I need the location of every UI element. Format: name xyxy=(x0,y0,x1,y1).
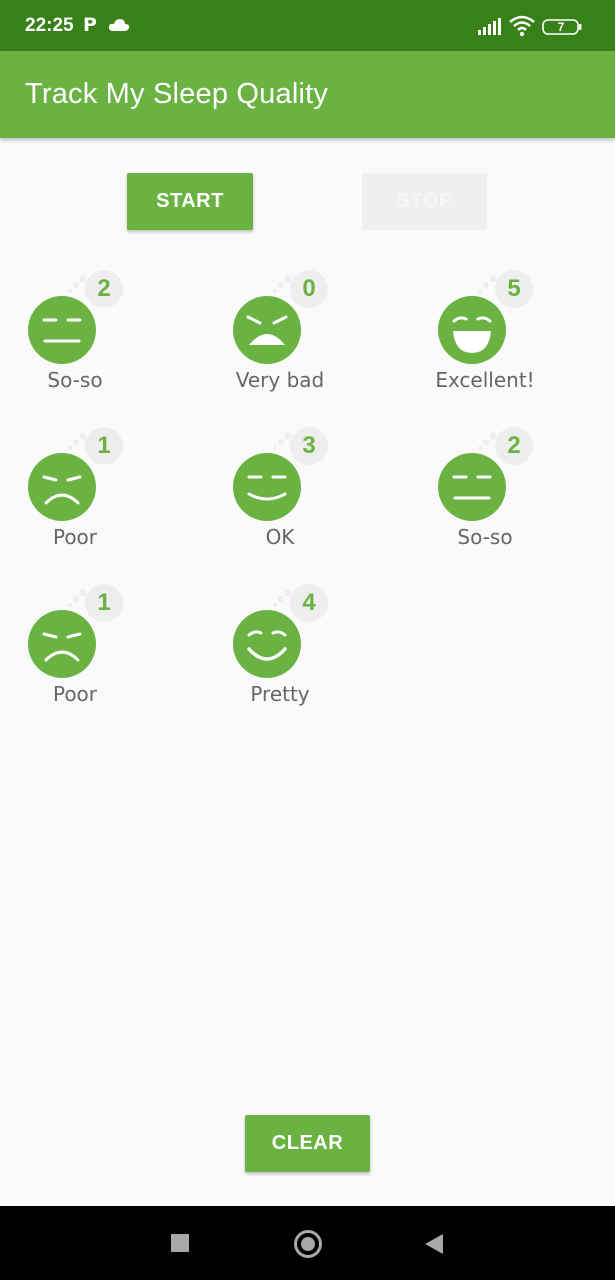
wifi-icon xyxy=(509,15,535,37)
night-item[interactable]: 3 OK xyxy=(205,427,410,577)
night-item[interactable]: 2 So-so xyxy=(0,270,205,420)
stop-button[interactable]: STOP xyxy=(362,173,487,230)
back-icon[interactable] xyxy=(424,1233,444,1255)
night-item[interactable]: 4 Pretty xyxy=(205,584,410,734)
status-time: 22:25 xyxy=(25,15,74,36)
cloud-icon xyxy=(108,19,130,31)
system-nav-bar xyxy=(0,1206,615,1280)
night-item[interactable]: 2 So-so xyxy=(410,427,615,577)
app-bar: Track My Sleep Quality xyxy=(0,51,615,138)
quality-label: Very bad xyxy=(235,368,325,392)
quality-label: So-so xyxy=(457,525,513,549)
screen: 22:25 P 7 Track My Sleep Quality START S… xyxy=(0,0,615,1280)
excellent-face-icon xyxy=(437,295,507,365)
battery-level: 7 xyxy=(557,20,565,34)
quality-label: Poor xyxy=(52,682,98,706)
recents-icon[interactable] xyxy=(171,1234,189,1252)
clear-button[interactable]: CLEAR xyxy=(245,1115,370,1172)
pretty-good-face-icon xyxy=(232,609,302,679)
very-bad-face-icon xyxy=(232,295,302,365)
battery-icon: 7 xyxy=(542,19,582,35)
so-so-face-icon xyxy=(27,295,97,365)
night-item[interactable]: 1 Poor xyxy=(0,427,205,577)
poor-face-icon xyxy=(27,609,97,679)
signal-icon xyxy=(478,18,501,35)
quality-label: Poor xyxy=(52,525,98,549)
quality-label: Pretty xyxy=(250,682,310,706)
night-item[interactable]: 0 Very bad xyxy=(205,270,410,420)
home-icon[interactable] xyxy=(294,1230,322,1258)
night-item[interactable]: 1 Poor xyxy=(0,584,205,734)
poor-face-icon xyxy=(27,452,97,522)
ok-face-icon xyxy=(232,452,302,522)
status-bar: 22:25 P 7 xyxy=(0,0,615,51)
quality-label: Excellent! xyxy=(435,368,535,392)
app-title: Track My Sleep Quality xyxy=(25,78,329,110)
start-button[interactable]: START xyxy=(127,173,253,230)
night-item[interactable]: 5 Excellent! xyxy=(410,270,615,420)
carrier-icon: P xyxy=(83,14,97,36)
quality-label: OK xyxy=(265,525,295,549)
so-so-face-icon xyxy=(437,452,507,522)
quality-label: So-so xyxy=(47,368,103,392)
